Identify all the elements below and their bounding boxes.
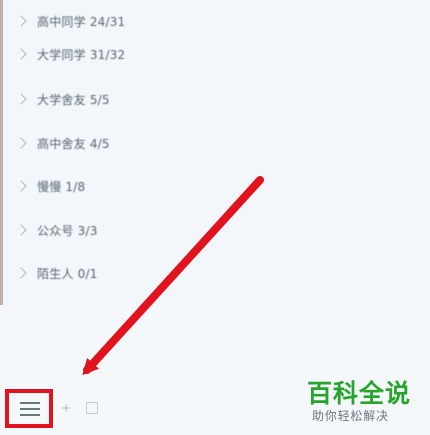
group-item[interactable]: 大学舍友 5/5 bbox=[0, 78, 430, 120]
group-item[interactable]: 公众号 3/3 bbox=[0, 209, 430, 251]
group-label: 公众号 3/3 bbox=[37, 223, 98, 238]
menu-button[interactable] bbox=[5, 389, 53, 428]
chevron-right-icon bbox=[15, 93, 27, 105]
group-label: 陌生人 0/1 bbox=[37, 266, 98, 281]
chevron-right-icon bbox=[15, 224, 27, 236]
group-item[interactable]: 陌生人 0/1 bbox=[0, 252, 430, 294]
group-label: 大学同学 31/32 bbox=[37, 47, 126, 62]
chevron-right-icon bbox=[15, 48, 27, 60]
chevron-right-icon bbox=[15, 180, 27, 192]
group-label: 慢慢 1/8 bbox=[37, 179, 86, 194]
watermark-subtitle: 助你轻松解决 bbox=[312, 409, 389, 423]
grid-icon[interactable] bbox=[86, 402, 98, 414]
chevron-right-icon bbox=[15, 267, 27, 279]
chevron-right-icon bbox=[15, 15, 27, 27]
chevron-right-icon bbox=[15, 137, 27, 149]
group-label: 大学舍友 5/5 bbox=[37, 92, 110, 107]
contacts-panel: 高中同学 24/31 大学同学 31/32 大学舍友 5/5 高中舍友 4/5 … bbox=[0, 0, 430, 435]
group-item[interactable]: 慢慢 1/8 bbox=[0, 165, 430, 207]
group-list: 高中同学 24/31 大学同学 31/32 大学舍友 5/5 高中舍友 4/5 … bbox=[0, 0, 430, 300]
plus-icon[interactable]: + bbox=[59, 401, 73, 415]
hamburger-menu-icon bbox=[20, 401, 40, 417]
watermark-title: 百科全说 bbox=[307, 379, 412, 408]
group-item[interactable]: 大学同学 31/32 bbox=[0, 33, 430, 75]
group-label: 高中舍友 4/5 bbox=[37, 136, 110, 151]
group-item[interactable]: 高中舍友 4/5 bbox=[0, 122, 430, 164]
group-label: 高中同学 24/31 bbox=[37, 14, 126, 29]
